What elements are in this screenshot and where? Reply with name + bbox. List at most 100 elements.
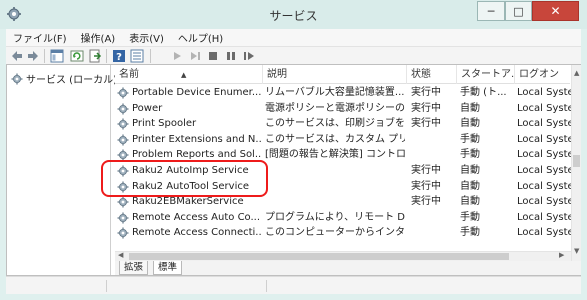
service-name: Raku2 AutoImp Service (132, 165, 249, 176)
column-description-label: 説明 (267, 69, 287, 80)
scroll-left-icon[interactable]: ◀ (118, 251, 123, 259)
forward-icon[interactable] (26, 49, 40, 63)
gear-icon (117, 196, 129, 208)
table-row[interactable]: Portable Device Enumer... リムーバブル大容量記憶装置..… (115, 85, 574, 101)
table-row[interactable]: Remote Access Auto Co... プログラムにより、リモート DN… (115, 210, 574, 226)
column-logon-label: ログオン (519, 69, 559, 80)
start-icon[interactable] (170, 49, 184, 63)
service-status: 実行中 (411, 118, 441, 130)
view-tabs: 拡張 標準 (115, 261, 581, 275)
gear-icon (11, 73, 23, 84)
refresh-icon[interactable] (70, 49, 84, 63)
column-header-name[interactable]: 名前 (115, 65, 263, 84)
minimize-icon: ─ (487, 4, 495, 18)
service-name: Problem Reports and Sol... (132, 149, 261, 161)
close-button[interactable]: ✕ (532, 1, 579, 21)
service-startup-type: 手動 (460, 133, 480, 145)
column-header-description[interactable]: 説明 (263, 65, 407, 84)
service-description (265, 194, 405, 210)
service-description: このサービスは、印刷ジョブをスプ... (265, 118, 405, 130)
service-status: 実行中 (411, 102, 441, 114)
back-icon[interactable] (10, 49, 24, 63)
sheet-icon[interactable] (130, 49, 144, 63)
service-startup-type: 自動 (460, 196, 480, 208)
vertical-scroll-thumb[interactable] (573, 155, 580, 167)
scroll-right-icon[interactable]: ▶ (559, 251, 564, 259)
service-name-cell: Raku2 AutoTool Service (117, 179, 261, 195)
help-icon[interactable]: ? (112, 49, 126, 63)
table-row[interactable]: Print Spooler このサービスは、印刷ジョブをスプ... 実行中 自動 Loc… (115, 116, 574, 132)
gear-icon (117, 181, 129, 193)
table-row[interactable]: Remote Access Connecti... このコンピューターからインター… (115, 225, 574, 241)
column-status-label: 状態 (411, 69, 431, 80)
close-icon: ✕ (550, 4, 561, 18)
service-name: Print Spooler (132, 118, 197, 130)
title-bar: サービス ─ □ ✕ (0, 0, 587, 29)
tab-standard[interactable]: 標準 (153, 261, 183, 275)
service-logon: Local Syste (517, 227, 574, 239)
service-status: 実行中 (411, 180, 441, 192)
service-status (411, 132, 457, 148)
service-status: 実行中 (411, 196, 441, 208)
start-alt-icon[interactable] (188, 49, 202, 63)
service-startup-type: 自動 (460, 180, 480, 192)
tree-item-label: サービス (ローカル) (26, 75, 117, 86)
vertical-scrollbar[interactable]: ▲ ▼ (571, 65, 581, 261)
table-row[interactable]: Raku2 AutoImp Service 実行中 自動 Local Syste (115, 163, 574, 179)
column-header-startup[interactable]: スタートア... (457, 65, 515, 84)
service-description (265, 179, 405, 195)
service-name: Printer Extensions and N... (132, 133, 261, 145)
horizontal-scrollbar[interactable]: ◀ ▶ (115, 251, 571, 261)
minimize-button[interactable]: ─ (477, 1, 505, 21)
table-row[interactable]: Raku2EBMakerService 実行中 自動 Local Syste (115, 194, 574, 210)
menu-action[interactable]: 操作(A) (74, 30, 123, 45)
toolbar-separator (44, 49, 45, 63)
services-list: 名前 ▲ 説明 状態 スタートア... ログオン Portable Device… (115, 65, 581, 275)
show-tree-icon[interactable] (50, 49, 64, 63)
sort-ascending-icon: ▲ (181, 71, 187, 79)
gear-icon (117, 227, 129, 239)
toolbar: ? (6, 46, 581, 64)
tree-item-services-local[interactable]: サービス (ローカル) (11, 71, 117, 86)
table-row[interactable]: Printer Extensions and N... このサービスは、カスタム … (115, 132, 574, 148)
tab-extended[interactable]: 拡張 (119, 261, 149, 275)
service-name-cell: Portable Device Enumer... (117, 85, 261, 101)
service-name-cell: Raku2 AutoImp Service (117, 163, 261, 179)
service-name-cell: Problem Reports and Sol... (117, 147, 261, 163)
status-bar (6, 276, 581, 294)
stop-icon[interactable] (206, 49, 220, 63)
table-row[interactable]: Raku2 AutoTool Service 実行中 自動 Local Syste (115, 179, 574, 195)
menu-bar: ファイル(F) 操作(A) 表示(V) ヘルプ(H) (6, 29, 581, 46)
service-status (411, 225, 457, 241)
scroll-down-icon[interactable]: ▼ (574, 247, 579, 255)
column-header-status[interactable]: 状態 (407, 65, 457, 84)
service-startup-type: 自動 (460, 118, 480, 130)
service-description: このコンピューターからインターネ... (265, 227, 405, 239)
maximize-button[interactable]: □ (505, 1, 532, 21)
list-header: 名前 ▲ 説明 状態 スタートア... ログオン (115, 65, 570, 84)
service-name-cell: Print Spooler (117, 116, 261, 132)
table-row[interactable]: Power 電源ポリシーと電源ポリシーの... 実行中 自動 Local Syste (115, 101, 574, 117)
svg-text:?: ? (116, 52, 122, 63)
service-logon: Local Syste (517, 165, 574, 176)
gear-icon (117, 87, 129, 99)
pause-icon[interactable] (224, 49, 238, 63)
console-tree: サービス (ローカル) (7, 65, 117, 275)
scroll-up-icon[interactable]: ▲ (574, 69, 579, 77)
restart-icon[interactable] (242, 49, 256, 63)
table-row[interactable]: Problem Reports and Sol... [問題の報告と解決策] コン… (115, 147, 574, 163)
horizontal-scroll-thumb[interactable] (129, 253, 509, 260)
gear-icon (117, 149, 129, 161)
export-icon[interactable] (88, 49, 102, 63)
column-header-logon[interactable]: ログオン (515, 65, 570, 84)
status-divider (266, 280, 267, 292)
status-divider (106, 280, 107, 292)
service-logon: Local Syste (517, 102, 574, 114)
service-description (265, 163, 405, 179)
service-logon: Local Syste (517, 118, 574, 130)
menu-file[interactable]: ファイル(F) (6, 30, 74, 45)
menu-help[interactable]: ヘルプ(H) (171, 30, 230, 45)
menu-view[interactable]: 表示(V) (122, 30, 171, 45)
service-startup-type: 手動 (460, 149, 480, 161)
toolbar-separator (150, 49, 151, 63)
